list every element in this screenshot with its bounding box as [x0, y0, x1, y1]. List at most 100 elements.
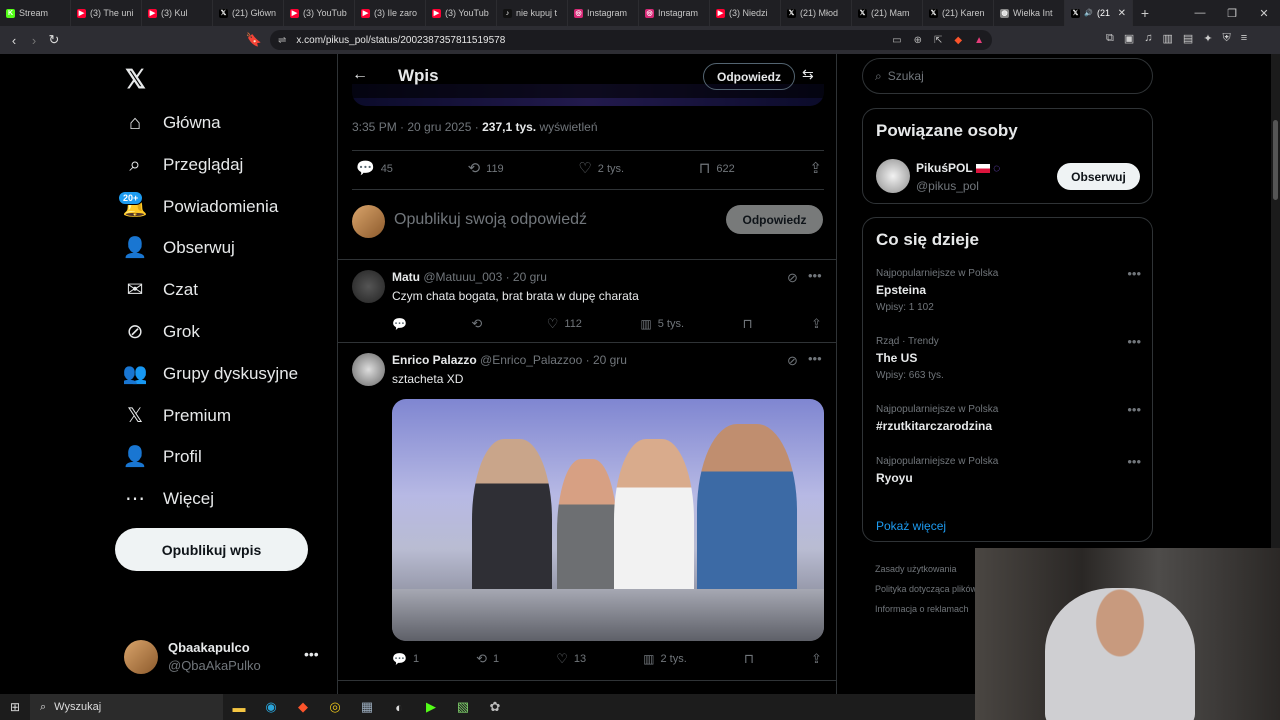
post-button[interactable]: Opublikuj wpis [115, 528, 308, 571]
sidebar-icon[interactable]: ▥ [1163, 32, 1173, 45]
browser-tab[interactable]: ♪ nie kupuj t [497, 0, 568, 26]
scrollbar-thumb[interactable] [1273, 120, 1278, 200]
x-logo-icon[interactable]: 𝕏 [125, 64, 146, 95]
browser-tab[interactable]: ▶ (3) Kul [142, 0, 213, 26]
reply-button[interactable]: 💬 [392, 318, 413, 330]
edge-icon[interactable]: ◉ [255, 699, 287, 715]
restore-icon[interactable]: ❐ [1216, 7, 1248, 20]
nav-item-grupy-dyskusyjne[interactable]: 👥 Grupy dyskusyjne [123, 354, 299, 394]
bookmark-button[interactable]: ⊓ [744, 652, 754, 665]
follow-button[interactable]: Obserwuj [1057, 163, 1140, 190]
more-options-icon[interactable]: ••• [1127, 402, 1141, 417]
nav-item-przeglądaj[interactable]: ⌕ Przeglądaj [123, 145, 243, 185]
browser-tab[interactable]: 𝕏 (21) Karen [923, 0, 994, 26]
browser-tab[interactable]: ◎ Instagram [639, 0, 710, 26]
share-icon[interactable]: ⇱ [934, 35, 942, 46]
reply-item[interactable]: Enrico Palazzo @Enrico_Palazzoo · 20 gru… [352, 351, 824, 393]
file-explorer-icon[interactable]: ▬ [223, 700, 255, 715]
forward-icon[interactable]: › [24, 33, 44, 48]
nav-item-główna[interactable]: ⌂ Główna [123, 103, 221, 143]
share-button[interactable]: ⇪ [811, 652, 822, 665]
grok-icon[interactable]: ⊘ [787, 270, 798, 286]
views-button[interactable]: ▥ 2 tys. [643, 653, 687, 665]
trend-item[interactable]: Najpopularniejsze w Polska #rzutkitarcza… [876, 402, 1141, 433]
windows-start-icon[interactable]: ⊞ [0, 700, 30, 714]
reply-input[interactable]: Opublikuj swoją odpowiedź [394, 211, 587, 229]
repost-button[interactable]: ⟲ 119 [468, 161, 504, 176]
grok-icon[interactable]: ⊘ [787, 353, 798, 369]
more-options-icon[interactable]: ••• [808, 351, 822, 366]
leo-icon[interactable]: ✦ [1203, 32, 1212, 45]
repost-button[interactable]: ⟲ [471, 317, 488, 330]
more-options-icon[interactable]: ••• [1127, 454, 1141, 469]
browser-tab[interactable]: ▶ (3) YouTub [426, 0, 497, 26]
header-reply-button[interactable]: Odpowiedz [703, 63, 795, 90]
music-icon[interactable]: ♫ [1144, 32, 1152, 45]
footer-link[interactable]: Informacja o reklamach [875, 599, 977, 619]
nav-item-więcej[interactable]: ⋯ Więcej [123, 479, 214, 519]
account-switcher[interactable]: Qbaakapulco @QbaAkaPulko ••• [124, 638, 324, 678]
browser-tab[interactable]: ▶ (3) Niedzi [710, 0, 781, 26]
chrome-icon[interactable]: ◎ [319, 699, 351, 715]
app-icon[interactable]: ✿ [479, 699, 511, 715]
trend-item[interactable]: Najpopularniejsze w Polska Epsteina Wpis… [876, 266, 1141, 313]
menu-icon[interactable]: ≡ [1241, 32, 1247, 45]
nav-item-powiadomienia[interactable]: 🔔 Powiadomienia [123, 187, 279, 227]
browser-tab[interactable]: 𝕏 (21) Młod [781, 0, 852, 26]
brave-rewards-icon[interactable]: ▲ [974, 35, 984, 46]
cast-icon[interactable]: ▭ [892, 35, 901, 46]
brave-shield-icon[interactable]: ◆ [954, 35, 962, 46]
browser-tab[interactable]: ▶ (3) YouTub [284, 0, 355, 26]
new-tab-button[interactable]: + [1133, 5, 1157, 21]
screenshot-icon[interactable]: ▣ [1124, 32, 1134, 45]
reload-icon[interactable]: ↻ [44, 32, 64, 48]
site-info-icon[interactable]: ⇌ [278, 35, 286, 46]
footer-link[interactable]: Zasady użytkowania [875, 559, 977, 579]
browser-tab[interactable]: 𝕏 (21) Mam [852, 0, 923, 26]
browser-tab[interactable]: ◎ Instagram [568, 0, 639, 26]
nav-item-premium[interactable]: 𝕏 Premium [123, 396, 231, 436]
browser-tab[interactable]: ▶ (3) The uni [71, 0, 142, 26]
more-options-icon[interactable]: ••• [808, 268, 822, 283]
show-more-link[interactable]: Pokaż więcej [876, 519, 946, 533]
more-options-icon[interactable]: ••• [1127, 266, 1141, 281]
back-icon[interactable]: ‹ [4, 33, 24, 48]
browser-tab[interactable]: 𝕏 (21) Główn [213, 0, 284, 26]
footer-link[interactable]: Polityka dotycząca plików [875, 579, 977, 599]
browser-tab[interactable]: ◍ Wielka Int [994, 0, 1065, 26]
app-icon[interactable]: ▧ [447, 699, 479, 715]
search-input[interactable]: Szukaj [888, 69, 924, 83]
reply-item[interactable]: Matu @Matuuu_003 · 20 gru Czym chata bog… [352, 268, 824, 330]
related-name[interactable]: PikuśPOL ◌ [916, 161, 1000, 175]
reply-button[interactable]: 💬 45 [356, 161, 393, 176]
nav-item-grok[interactable]: ⊘ Grok [123, 312, 200, 352]
app-icon[interactable]: ▶ [415, 699, 447, 715]
browser-tab-active[interactable]: 𝕏 🔊 (21 ✕ [1065, 0, 1133, 26]
browser-tab[interactable]: ▶ (3) Ile zaro [355, 0, 426, 26]
share-button[interactable]: ⇪ [811, 317, 822, 330]
reply-video[interactable] [392, 399, 824, 641]
minimize-icon[interactable]: — [1184, 7, 1216, 20]
like-button[interactable]: ♡ 13 [556, 652, 586, 665]
views-button[interactable]: ▥ 5 tys. [640, 318, 684, 330]
url-field[interactable]: ⇌ x.com/pikus_pol/status/200238735781151… [270, 30, 992, 50]
zoom-icon[interactable]: ⊕ [914, 35, 922, 46]
more-options-icon[interactable]: ••• [304, 646, 319, 662]
more-options-icon[interactable]: ••• [1127, 334, 1141, 349]
close-window-icon[interactable]: ✕ [1248, 7, 1280, 20]
app-icon[interactable]: ▦ [351, 699, 383, 715]
share-button[interactable]: ⇪ [809, 161, 822, 176]
nav-item-obserwuj[interactable]: 👤 Obserwuj [123, 228, 235, 268]
close-tab-icon[interactable]: ✕ [1118, 8, 1126, 19]
taskbar-search[interactable]: ⌕ Wyszukaj [30, 694, 223, 720]
back-arrow-icon[interactable]: ← [352, 66, 368, 84]
bookmark-button[interactable]: ⊓ 622 [699, 161, 735, 176]
nav-item-profil[interactable]: 👤 Profil [123, 437, 202, 477]
reply-button[interactable]: 💬 1 [392, 653, 419, 665]
trend-item[interactable]: Najpopularniejsze w Polska Ryoyu ••• [876, 454, 1141, 485]
browser-tab[interactable]: K Stream [0, 0, 71, 26]
settings-sliders-icon[interactable]: ⇆ [802, 66, 814, 83]
compose-reply-button[interactable]: Odpowiedz [726, 205, 823, 234]
bookmark-icon[interactable]: 🔖 [244, 32, 264, 48]
repost-button[interactable]: ⟲ 1 [476, 652, 499, 665]
